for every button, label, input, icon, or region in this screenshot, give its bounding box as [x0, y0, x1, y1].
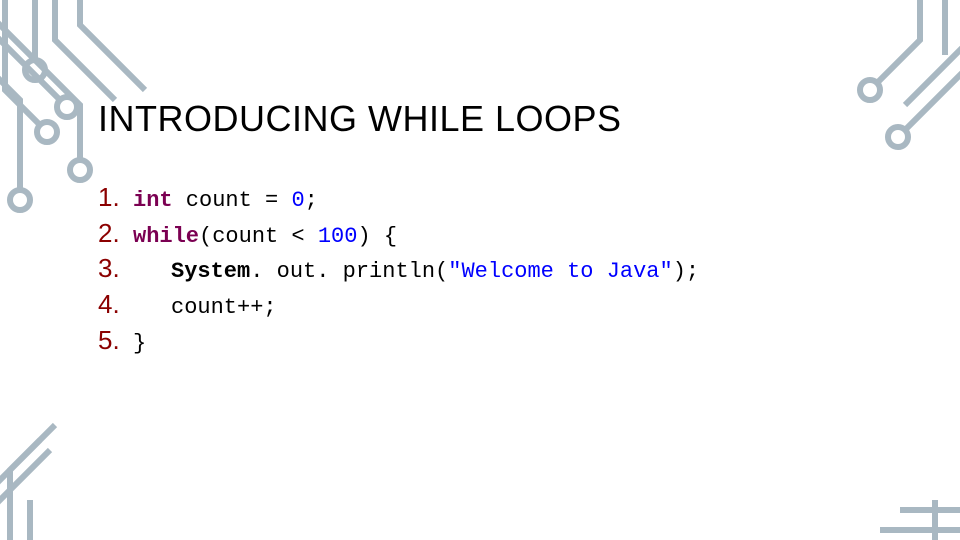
- line-number: 2.: [98, 216, 133, 251]
- keyword-int: int: [133, 188, 173, 213]
- keyword-while: while: [133, 224, 199, 249]
- code-text: while(count < 100) {: [133, 222, 397, 252]
- code-fragment: );: [673, 259, 699, 284]
- code-fragment: (count <: [199, 224, 318, 249]
- code-block: 1. int count = 0; 2. while(count < 100) …: [98, 180, 900, 358]
- line-number: 5.: [98, 323, 133, 358]
- line-number: 3.: [98, 251, 133, 286]
- slide-title: INTRODUCING WHILE LOOPS: [98, 98, 622, 140]
- code-line-3: 3. System. out. println("Welcome to Java…: [98, 251, 900, 287]
- code-fragment: count =: [173, 188, 292, 213]
- code-fragment: count++;: [171, 295, 277, 320]
- number-literal: 0: [291, 188, 304, 213]
- code-fragment: ;: [305, 188, 318, 213]
- line-number: 4.: [98, 287, 133, 322]
- code-text: System. out. println("Welcome to Java");: [133, 257, 699, 287]
- code-fragment: }: [133, 331, 146, 356]
- class-name: System: [171, 259, 250, 284]
- line-number: 1.: [98, 180, 133, 215]
- number-literal: 100: [318, 224, 358, 249]
- string-literal: "Welcome to Java": [448, 259, 672, 284]
- code-text: }: [133, 329, 146, 359]
- code-line-5: 5. }: [98, 323, 900, 359]
- slide: INTRODUCING WHILE LOOPS 1. int count = 0…: [0, 0, 960, 540]
- code-line-2: 2. while(count < 100) {: [98, 216, 900, 252]
- code-fragment: . out. println(: [250, 259, 448, 284]
- code-text: count++;: [133, 293, 277, 323]
- code-line-4: 4. count++;: [98, 287, 900, 323]
- code-line-1: 1. int count = 0;: [98, 180, 900, 216]
- code-fragment: ) {: [357, 224, 397, 249]
- code-text: int count = 0;: [133, 186, 318, 216]
